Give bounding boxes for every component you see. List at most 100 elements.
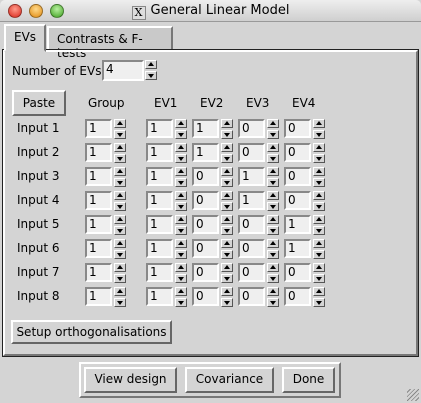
ev2-input[interactable]: 0 bbox=[192, 263, 219, 282]
arrow-up-icon[interactable] bbox=[267, 239, 279, 248]
arrow-down-icon[interactable] bbox=[267, 226, 279, 235]
group-spinner[interactable] bbox=[114, 167, 126, 187]
ev4-input[interactable]: 0 bbox=[284, 191, 311, 210]
group-input[interactable]: 1 bbox=[85, 263, 112, 282]
arrow-up-icon[interactable] bbox=[175, 143, 187, 152]
arrow-down-icon[interactable] bbox=[175, 226, 187, 235]
arrow-down-icon[interactable] bbox=[175, 154, 187, 163]
arrow-up-icon[interactable] bbox=[221, 287, 233, 296]
arrow-down-icon[interactable] bbox=[221, 154, 233, 163]
arrow-up-icon[interactable] bbox=[221, 119, 233, 128]
ev1-input[interactable]: 1 bbox=[146, 119, 173, 138]
ev1-spinner[interactable] bbox=[175, 263, 187, 283]
arrow-up-icon[interactable] bbox=[313, 119, 325, 128]
arrow-up-icon[interactable] bbox=[267, 263, 279, 272]
ev3-spinner[interactable] bbox=[267, 263, 279, 283]
arrow-down-icon[interactable] bbox=[175, 274, 187, 283]
arrow-down-icon[interactable] bbox=[175, 178, 187, 187]
arrow-down-icon[interactable] bbox=[114, 226, 126, 235]
arrow-down-icon[interactable] bbox=[175, 250, 187, 259]
ev4-input[interactable]: 0 bbox=[284, 263, 311, 282]
arrow-up-icon[interactable] bbox=[221, 167, 233, 176]
arrow-down-icon[interactable] bbox=[221, 130, 233, 139]
arrow-up-icon[interactable] bbox=[175, 215, 187, 224]
arrow-down-icon[interactable] bbox=[313, 298, 325, 307]
ev1-input[interactable]: 1 bbox=[146, 143, 173, 162]
arrow-down-icon[interactable] bbox=[114, 250, 126, 259]
ev3-input[interactable]: 1 bbox=[238, 167, 265, 186]
done-button[interactable]: Done bbox=[282, 367, 335, 393]
arrow-down-icon[interactable] bbox=[313, 202, 325, 211]
ev3-input[interactable]: 0 bbox=[238, 215, 265, 234]
ev4-spinner[interactable] bbox=[313, 215, 325, 235]
arrow-up-icon[interactable] bbox=[267, 287, 279, 296]
arrow-up-icon[interactable] bbox=[221, 263, 233, 272]
ev2-input[interactable]: 0 bbox=[192, 215, 219, 234]
arrow-down-icon[interactable] bbox=[145, 71, 157, 80]
arrow-down-icon[interactable] bbox=[175, 298, 187, 307]
arrow-down-icon[interactable] bbox=[114, 298, 126, 307]
group-input[interactable]: 1 bbox=[85, 239, 112, 258]
arrow-up-icon[interactable] bbox=[114, 287, 126, 296]
arrow-up-icon[interactable] bbox=[114, 167, 126, 176]
view-design-button[interactable]: View design bbox=[84, 367, 177, 393]
ev1-input[interactable]: 1 bbox=[146, 239, 173, 258]
ev4-spinner[interactable] bbox=[313, 263, 325, 283]
arrow-up-icon[interactable] bbox=[267, 119, 279, 128]
ev3-input[interactable]: 0 bbox=[238, 287, 265, 306]
ev1-spinner[interactable] bbox=[175, 191, 187, 211]
arrow-down-icon[interactable] bbox=[175, 202, 187, 211]
ev1-spinner[interactable] bbox=[175, 119, 187, 139]
group-spinner[interactable] bbox=[114, 119, 126, 139]
ev2-input[interactable]: 0 bbox=[192, 287, 219, 306]
ev1-spinner[interactable] bbox=[175, 239, 187, 259]
ev3-input[interactable]: 0 bbox=[238, 143, 265, 162]
group-spinner[interactable] bbox=[114, 191, 126, 211]
group-spinner[interactable] bbox=[114, 215, 126, 235]
tab-contrasts[interactable]: Contrasts & F-tests bbox=[47, 26, 173, 60]
ev4-input[interactable]: 0 bbox=[284, 167, 311, 186]
arrow-up-icon[interactable] bbox=[267, 215, 279, 224]
ev4-spinner[interactable] bbox=[313, 143, 325, 163]
ev2-spinner[interactable] bbox=[221, 215, 233, 235]
arrow-up-icon[interactable] bbox=[221, 215, 233, 224]
ev2-spinner[interactable] bbox=[221, 263, 233, 283]
ev3-spinner[interactable] bbox=[267, 143, 279, 163]
arrow-down-icon[interactable] bbox=[313, 274, 325, 283]
ev1-input[interactable]: 1 bbox=[146, 191, 173, 210]
arrow-down-icon[interactable] bbox=[221, 202, 233, 211]
ev1-spinner[interactable] bbox=[175, 167, 187, 187]
arrow-up-icon[interactable] bbox=[175, 191, 187, 200]
setup-orthogonalisations-button[interactable]: Setup orthogonalisations bbox=[11, 320, 172, 344]
ev2-spinner[interactable] bbox=[221, 287, 233, 307]
ev1-input[interactable]: 1 bbox=[146, 263, 173, 282]
arrow-down-icon[interactable] bbox=[313, 250, 325, 259]
arrow-down-icon[interactable] bbox=[114, 130, 126, 139]
ev4-spinner[interactable] bbox=[313, 239, 325, 259]
arrow-up-icon[interactable] bbox=[221, 239, 233, 248]
ev1-input[interactable]: 1 bbox=[146, 215, 173, 234]
ev3-spinner[interactable] bbox=[267, 215, 279, 235]
arrow-down-icon[interactable] bbox=[175, 130, 187, 139]
ev3-input[interactable]: 0 bbox=[238, 119, 265, 138]
group-spinner[interactable] bbox=[114, 263, 126, 283]
arrow-down-icon[interactable] bbox=[313, 154, 325, 163]
arrow-up-icon[interactable] bbox=[221, 143, 233, 152]
arrow-up-icon[interactable] bbox=[114, 263, 126, 272]
group-input[interactable]: 1 bbox=[85, 191, 112, 210]
tab-evs[interactable]: EVs bbox=[4, 24, 46, 52]
arrow-down-icon[interactable] bbox=[267, 274, 279, 283]
arrow-up-icon[interactable] bbox=[175, 239, 187, 248]
ev4-spinner[interactable] bbox=[313, 191, 325, 211]
arrow-up-icon[interactable] bbox=[313, 215, 325, 224]
ev2-input[interactable]: 0 bbox=[192, 167, 219, 186]
arrow-down-icon[interactable] bbox=[267, 154, 279, 163]
arrow-up-icon[interactable] bbox=[175, 263, 187, 272]
ev2-spinner[interactable] bbox=[221, 119, 233, 139]
arrow-up-icon[interactable] bbox=[114, 191, 126, 200]
arrow-up-icon[interactable] bbox=[175, 287, 187, 296]
ev4-input[interactable]: 0 bbox=[284, 119, 311, 138]
ev2-spinner[interactable] bbox=[221, 167, 233, 187]
arrow-up-icon[interactable] bbox=[114, 119, 126, 128]
arrow-up-icon[interactable] bbox=[313, 143, 325, 152]
